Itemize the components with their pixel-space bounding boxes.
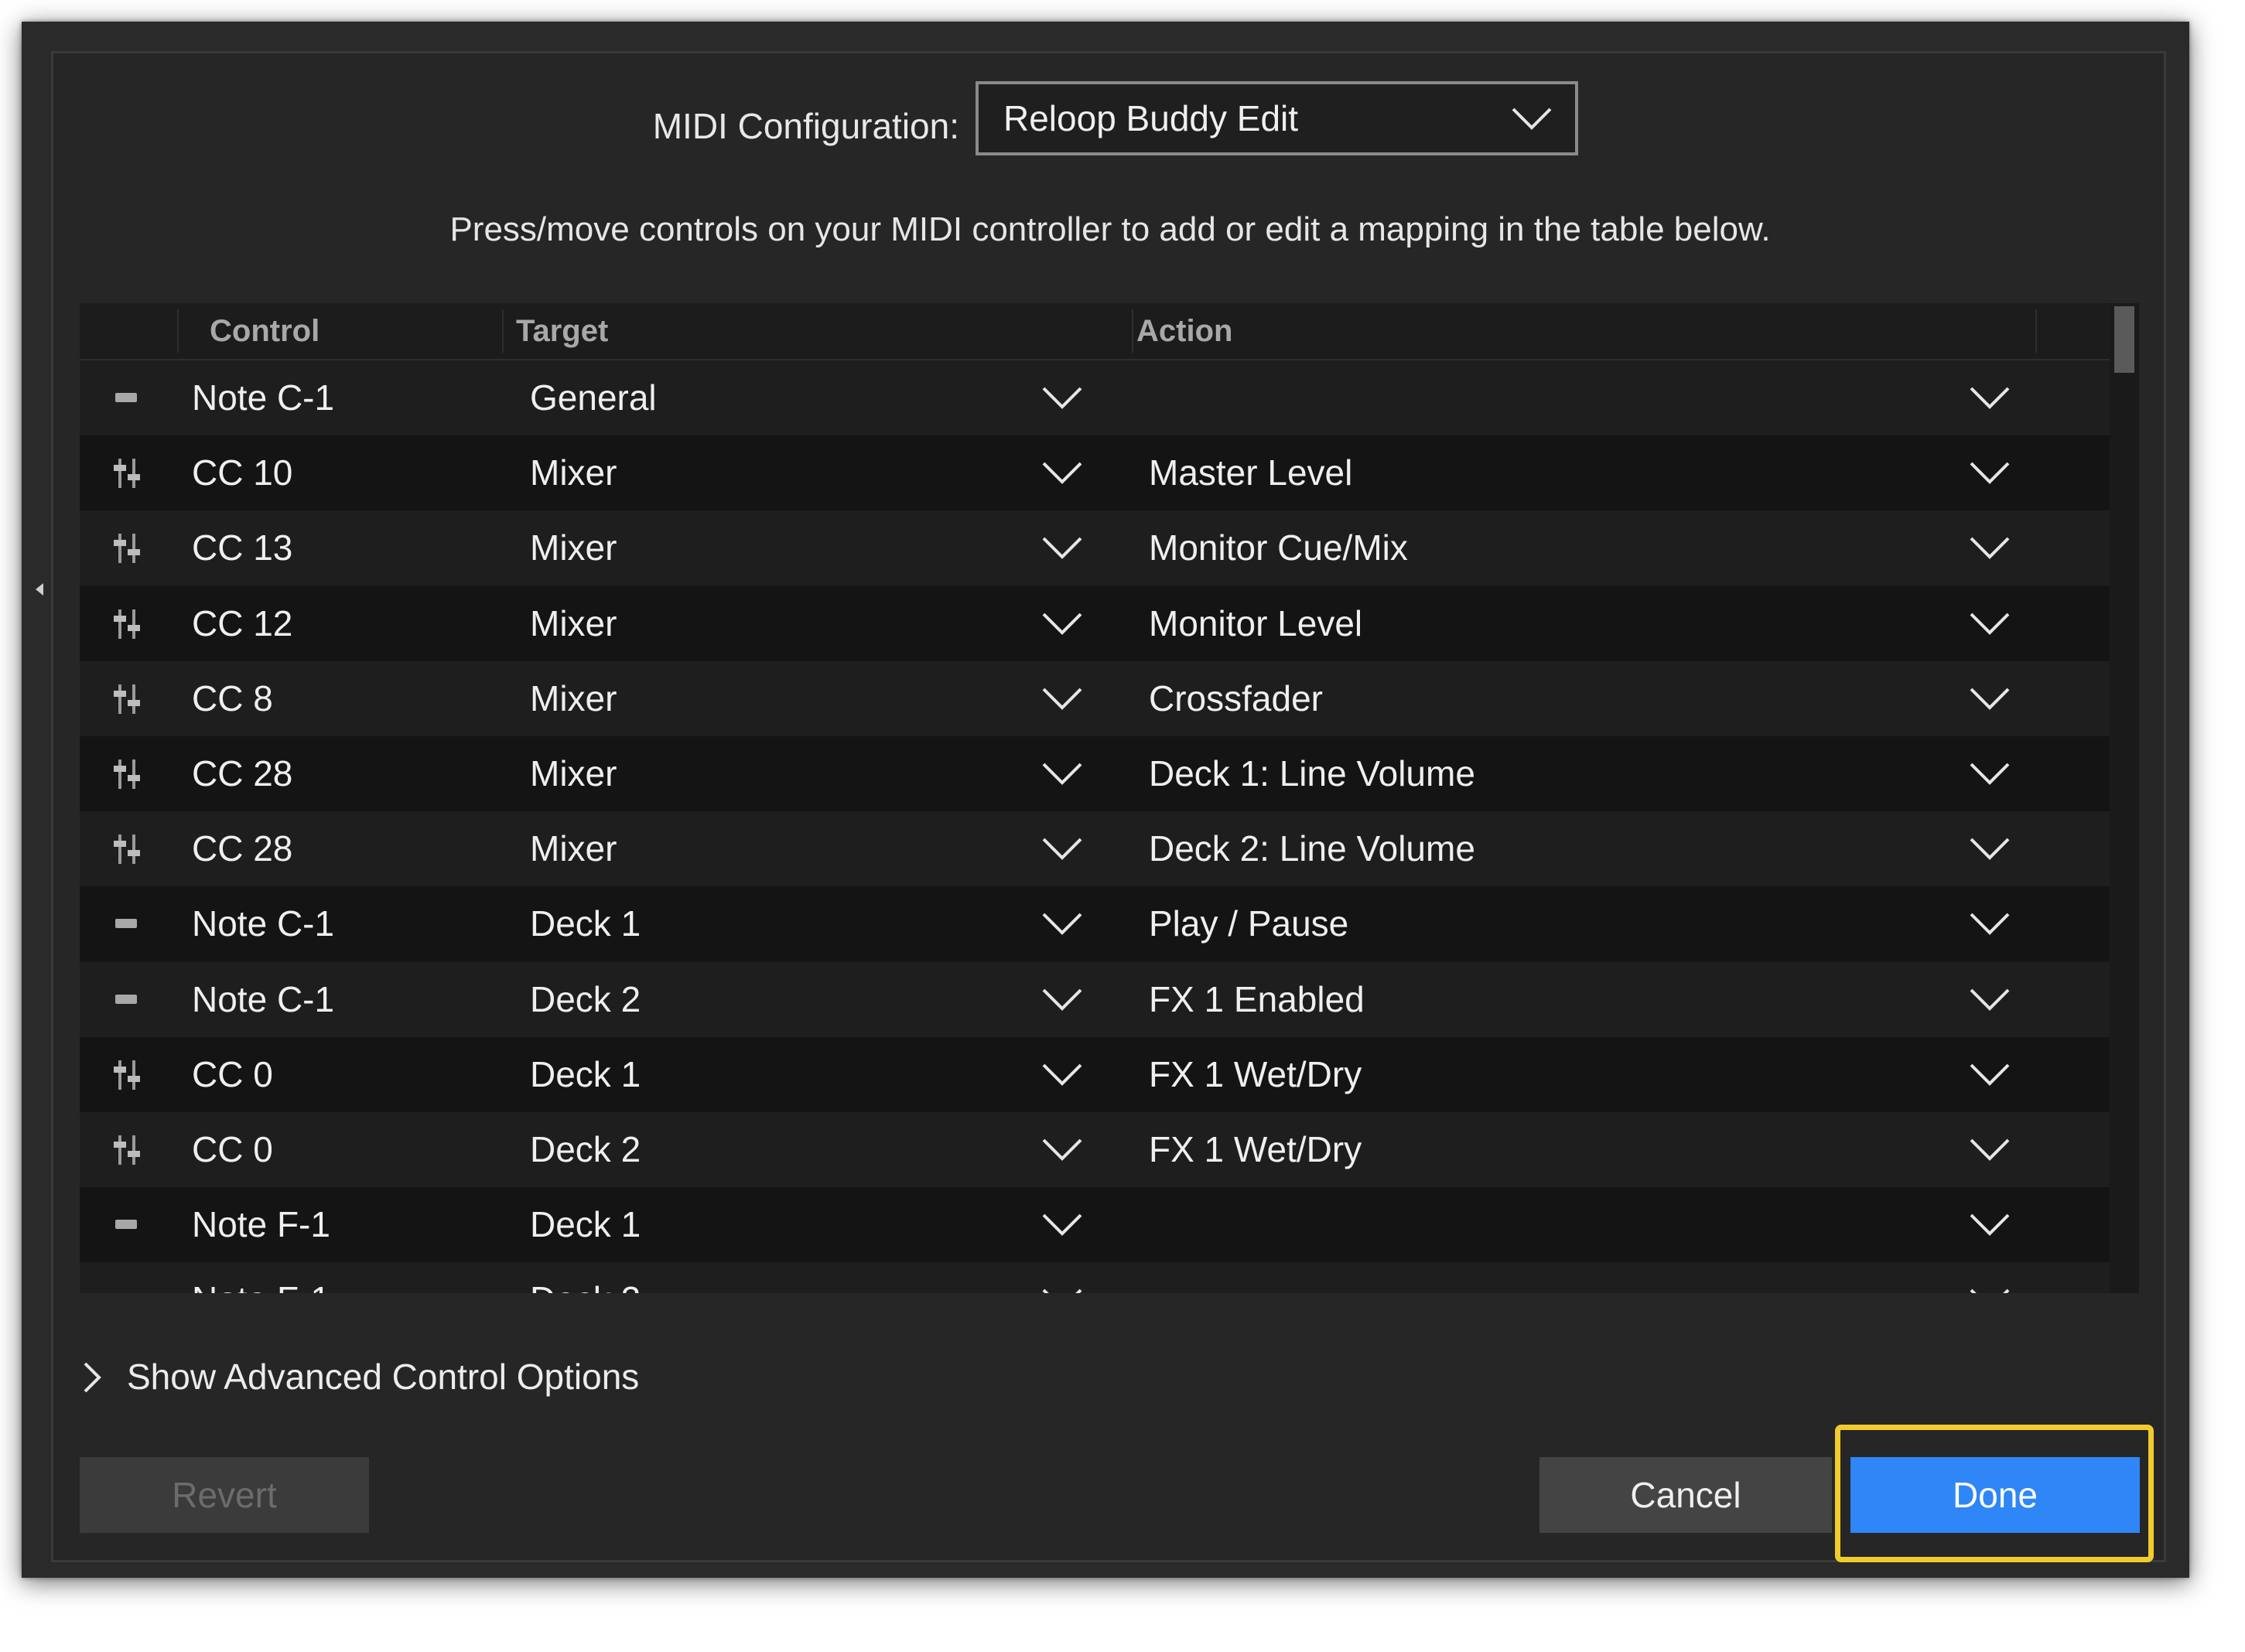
chevron-down-icon xyxy=(1042,1138,1082,1161)
chevron-down-icon xyxy=(1042,1063,1082,1086)
chevron-down-icon xyxy=(1970,1138,2010,1161)
target-value: Mixer xyxy=(530,452,617,493)
chevron-down-icon xyxy=(1970,838,2010,861)
table-row[interactable]: CC 8 Mixer Crossfader xyxy=(80,660,2110,736)
chevron-down-icon xyxy=(1042,763,1082,785)
header-target[interactable]: Target xyxy=(516,303,608,359)
target-dropdown[interactable]: Deck 1 xyxy=(80,1187,1116,1262)
header-separator xyxy=(1132,309,1133,353)
chevron-down-icon xyxy=(1042,688,1082,710)
table-row[interactable]: Note F-1Deck 2 xyxy=(80,1262,2110,1293)
action-value: Play / Pause xyxy=(1149,903,1349,944)
midi-configuration-value: Reloop Buddy Edit xyxy=(1003,98,1299,138)
chevron-down-icon xyxy=(1042,613,1082,635)
target-dropdown[interactable]: Mixer xyxy=(80,435,1116,510)
action-value: Deck 1: Line Volume xyxy=(1149,753,1475,794)
chevron-down-icon xyxy=(1042,838,1082,861)
target-dropdown[interactable]: Mixer xyxy=(80,586,1116,661)
target-value: General xyxy=(530,377,657,418)
action-value: Crossfader xyxy=(1149,678,1323,718)
table-row[interactable]: CC 0 Deck 1 FX 1 Wet/Dry xyxy=(80,1036,2110,1112)
target-value: Deck 2 xyxy=(530,978,641,1019)
scrollbar-thumb[interactable] xyxy=(2114,306,2134,373)
chevron-down-icon xyxy=(1042,1213,1082,1237)
table-row[interactable]: CC 28 Mixer Deck 2: Line Volume xyxy=(80,811,2110,887)
target-dropdown[interactable]: Deck 2 xyxy=(80,962,1116,1037)
action-value: Master Level xyxy=(1149,452,1353,493)
chevron-down-icon xyxy=(1970,763,2010,785)
target-dropdown[interactable]: General xyxy=(80,360,1116,435)
action-value: Deck 2: Line Volume xyxy=(1149,828,1475,869)
target-value: Mixer xyxy=(530,602,617,643)
mapping-table: Control Target Action Note C-1 General CC … xyxy=(80,303,2139,1293)
chevron-down-icon xyxy=(1970,387,2010,409)
target-value: Mixer xyxy=(530,527,617,568)
header-separator xyxy=(2035,309,2037,353)
table-rows: Note C-1 General CC 10 Mixer Master Level CC … xyxy=(80,360,2110,1293)
target-value: Deck 1 xyxy=(530,1053,641,1094)
chevron-down-icon xyxy=(1042,988,1082,1011)
chevron-down-icon xyxy=(1042,387,1082,409)
table-row[interactable]: CC 28 Mixer Deck 1: Line Volume xyxy=(80,736,2110,811)
table-row[interactable]: CC 10 Mixer Master Level xyxy=(80,435,2110,511)
target-value: Mixer xyxy=(530,678,617,718)
target-value: Deck 1 xyxy=(530,1204,641,1245)
chevron-down-icon xyxy=(1970,988,2010,1011)
chevron-down-icon xyxy=(1970,537,2010,560)
action-value: FX 1 Wet/Dry xyxy=(1149,1129,1362,1169)
header-control[interactable]: Control xyxy=(210,303,319,359)
target-dropdown[interactable]: Mixer xyxy=(80,661,1116,736)
chevron-down-icon xyxy=(1512,108,1552,130)
target-dropdown[interactable]: Deck 2 xyxy=(80,1262,1116,1293)
target-dropdown[interactable]: Deck 1 xyxy=(80,886,1116,961)
advanced-options-label: Show Advanced Control Options xyxy=(127,1357,640,1397)
table-scrollbar[interactable] xyxy=(2110,303,2139,1293)
table-row[interactable]: CC 13 Mixer Monitor Cue/Mix xyxy=(80,510,2110,586)
chevron-down-icon xyxy=(1970,1213,2010,1237)
chevron-down-icon xyxy=(1042,913,1082,936)
action-value: FX 1 Wet/Dry xyxy=(1149,1053,1362,1094)
chevron-down-icon xyxy=(1042,1288,1082,1293)
table-header: Control Target Action xyxy=(80,303,2110,360)
action-value: Monitor Cue/Mix xyxy=(1149,527,1408,568)
revert-button[interactable]: Revert xyxy=(80,1457,369,1533)
chevron-right-icon xyxy=(84,1362,101,1393)
collapse-left-arrow-icon[interactable] xyxy=(34,582,45,597)
cancel-button[interactable]: Cancel xyxy=(1539,1457,1832,1533)
table-row[interactable]: Note F-1 Deck 1 xyxy=(80,1187,2110,1263)
table-row[interactable]: CC 12 Mixer Monitor Level xyxy=(80,585,2110,661)
target-dropdown[interactable]: Mixer xyxy=(80,510,1116,585)
chevron-down-icon xyxy=(1042,462,1082,485)
table-row[interactable]: CC 0 Deck 2 FX 1 Wet/Dry xyxy=(80,1112,2110,1187)
header-separator xyxy=(502,309,504,353)
chevron-down-icon xyxy=(1970,462,2010,485)
table-row[interactable]: Note C-1 Deck 2 FX 1 Enabled xyxy=(80,961,2110,1037)
target-dropdown[interactable]: Deck 2 xyxy=(80,1112,1116,1187)
chevron-down-icon xyxy=(1970,613,2010,635)
action-value: FX 1 Enabled xyxy=(1149,978,1365,1019)
target-value: Deck 2 xyxy=(530,1129,641,1169)
table-row[interactable]: Note C-1 Deck 1 Play / Pause xyxy=(80,886,2110,962)
chevron-down-icon xyxy=(1970,1288,2010,1293)
target-dropdown[interactable]: Deck 1 xyxy=(80,1037,1116,1112)
chevron-down-icon xyxy=(1970,1063,2010,1086)
header-separator xyxy=(177,309,179,353)
done-button[interactable]: Done xyxy=(1850,1457,2140,1533)
target-value: Mixer xyxy=(530,753,617,794)
target-dropdown[interactable]: Mixer xyxy=(80,736,1116,811)
midi-configuration-select[interactable]: Reloop Buddy Edit xyxy=(976,81,1578,155)
action-value: Monitor Level xyxy=(1149,602,1363,643)
instructions-text: Press/move controls on your MIDI control… xyxy=(449,210,1771,248)
chevron-down-icon xyxy=(1970,688,2010,710)
target-dropdown[interactable]: Mixer xyxy=(80,811,1116,886)
target-value: Deck 1 xyxy=(530,903,641,944)
target-value: Mixer xyxy=(530,828,617,869)
midi-configuration-label: MIDI Configuration: xyxy=(652,106,959,146)
chevron-down-icon xyxy=(1970,913,2010,936)
target-value: Deck 2 xyxy=(530,1262,641,1293)
chevron-down-icon xyxy=(1042,537,1082,560)
header-action[interactable]: Action xyxy=(1136,303,1232,359)
table-row[interactable]: Note C-1 General xyxy=(80,360,2110,435)
